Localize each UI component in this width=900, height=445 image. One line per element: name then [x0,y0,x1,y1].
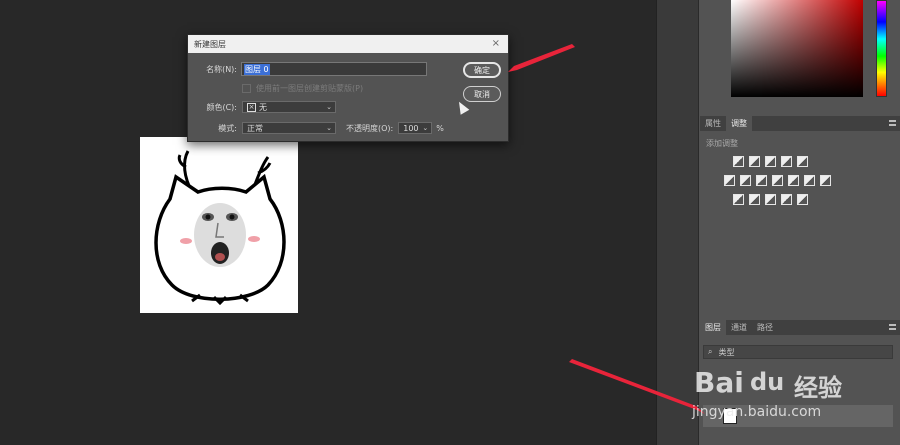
adjustments-icon-row-2 [724,175,831,186]
search-icon: ⌕ [708,347,713,356]
none-color-icon: × [247,102,256,112]
baidu-watermark: Bai du 经验 jingyan.baidu.com [690,360,890,430]
chevron-down-icon: ⌄ [326,124,332,132]
opacity-value: 100 [403,123,419,133]
invert-icon[interactable] [733,194,744,205]
mode-row: 模式: 正常 ⌄ 不透明度(O): 100 ⌄ % [213,122,444,134]
layers-filter-bar[interactable]: ⌕ 类型 [703,345,893,359]
hue-saturation-icon[interactable] [724,175,735,186]
grid-icon[interactable] [820,175,831,186]
layer-name-input[interactable]: 图层 0 [241,62,427,76]
opacity-unit: % [436,123,444,133]
photo-filter-icon[interactable] [772,175,783,186]
layer-filter-label: 类型 [718,347,735,357]
color-balance-icon[interactable] [740,175,751,186]
channel-mixer-icon[interactable] [788,175,799,186]
color-row: 颜色(C): × 无 ⌄ [201,101,336,113]
cancel-button[interactable]: 取消 [463,86,501,102]
mode-select-value: 正常 [247,123,263,133]
watermark-url: jingyan.baidu.com [692,404,822,420]
clip-mask-checkbox[interactable] [242,84,251,93]
gradient-map-icon[interactable] [781,194,792,205]
color-select[interactable]: × 无 ⌄ [242,101,336,113]
black-white-icon[interactable] [756,175,767,186]
adjustments-icon-row-3 [733,194,808,205]
selective-color-icon[interactable] [797,194,808,205]
hue-slider[interactable] [876,0,887,97]
layers-menu-icon[interactable] [889,324,896,330]
threshold-icon[interactable] [765,194,776,205]
tab-layers[interactable]: 图层 [700,320,726,335]
close-icon[interactable]: × [492,38,500,49]
chevron-down-icon: ⌄ [422,124,429,132]
posterize-icon[interactable] [749,194,760,205]
color-label: 颜色(C): [206,102,237,112]
mode-label: 模式: [218,123,237,133]
brightness-icon[interactable] [733,156,744,167]
clip-mask-row: 使用前一图层创建剪贴蒙版(P) [242,83,363,94]
sticker-image [154,150,286,306]
levels-icon[interactable] [749,156,760,167]
layers-panel-tabs: 图层 通道 路径 [700,320,900,335]
watermark-paw: du [750,368,785,396]
dialog-titlebar[interactable]: 新建图层 × [188,35,508,53]
adjustments-panel-tabs: 属性 调整 [700,116,900,131]
ok-button[interactable]: 确定 [463,62,501,78]
dialog-title: 新建图层 [194,39,226,49]
watermark-brand-cn: 经验 [794,374,842,402]
curves-icon[interactable] [765,156,776,167]
tab-channels[interactable]: 通道 [726,320,752,335]
panel-menu-icon[interactable] [889,120,896,126]
opacity-input[interactable]: 100 ⌄ [398,122,433,134]
tab-paths[interactable]: 路径 [752,320,778,335]
tab-adjustments[interactable]: 调整 [726,116,752,131]
color-lookup-icon[interactable] [804,175,815,186]
name-label: 名称(N): [206,64,237,74]
vibrance-icon[interactable] [797,156,808,167]
mode-select[interactable]: 正常 ⌄ [242,122,336,134]
clip-mask-label: 使用前一图层创建剪贴蒙版(P) [256,84,364,93]
exposure-icon[interactable] [781,156,792,167]
opacity-label: 不透明度(O): [346,123,394,133]
name-row: 名称(N): 图层 0 [199,62,427,76]
adjustments-title: 添加调整 [706,139,738,148]
layer-name-value: 图层 0 [244,63,270,75]
chevron-down-icon: ⌄ [326,103,332,111]
tab-properties[interactable]: 属性 [700,116,726,131]
watermark-brand: Bai [694,366,744,399]
color-picker-field[interactable] [731,0,863,97]
adjustments-icon-row-1 [733,156,808,167]
color-select-value: 无 [259,102,267,112]
